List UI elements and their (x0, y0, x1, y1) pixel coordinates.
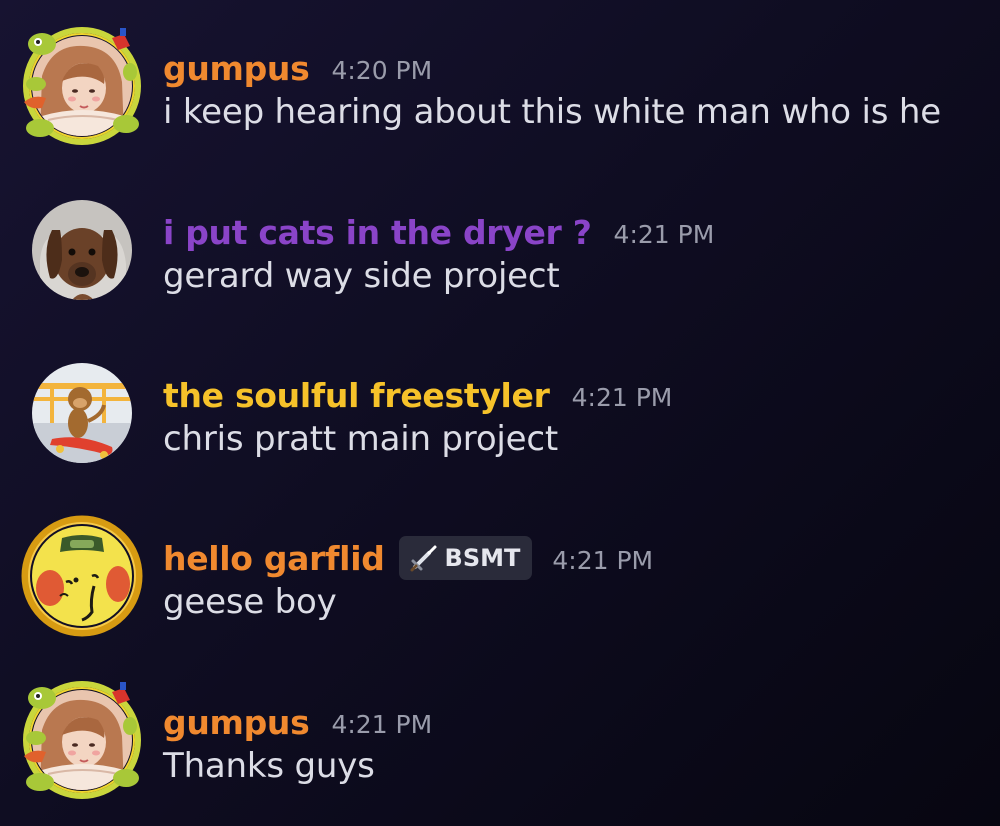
message-item[interactable]: gumpus 4:20 PM i keep hearing about this… (0, 27, 1000, 168)
message-text: geese boy (163, 582, 337, 622)
avatar[interactable] (32, 690, 132, 790)
message-text: gerard way side project (163, 256, 560, 296)
timestamp[interactable]: 4:21 PM (614, 216, 715, 249)
yellow-face-avatar-icon (32, 526, 132, 626)
chat-message-list: gumpus 4:20 PM i keep hearing about this… (0, 0, 1000, 826)
message-text: Thanks guys (163, 746, 375, 786)
skateboard-monkey-avatar-icon (32, 363, 132, 463)
username[interactable]: i put cats in the dryer ? (163, 213, 592, 252)
username[interactable]: the soulful freestyler (163, 376, 550, 415)
username[interactable]: hello garflid (163, 539, 385, 578)
dachshund-avatar-icon (32, 200, 132, 300)
message-item[interactable]: i put cats in the dryer ? 4:21 PM gerard… (0, 192, 1000, 332)
avatar[interactable] (32, 200, 132, 300)
message-text: chris pratt main project (163, 419, 559, 459)
message-header: hello garflid BSMT 4:21 PM (163, 536, 653, 580)
message-item[interactable]: hello garflid BSMT 4:21 PM geese boy (0, 515, 1000, 658)
frog-decorated-avatar-icon (32, 36, 132, 136)
username[interactable]: gumpus (163, 703, 310, 742)
avatar[interactable] (32, 526, 132, 626)
timestamp[interactable]: 4:20 PM (331, 52, 432, 85)
message-header: i put cats in the dryer ? 4:21 PM (163, 210, 714, 254)
server-tag-badge[interactable]: BSMT (398, 536, 533, 580)
message-item[interactable]: gumpus 4:21 PM Thanks guys (0, 681, 1000, 822)
frog-decorated-avatar-icon (32, 690, 132, 790)
server-tag-label: BSMT (444, 544, 521, 572)
username[interactable]: gumpus (163, 49, 310, 88)
sword-icon (410, 545, 437, 572)
timestamp[interactable]: 4:21 PM (552, 542, 653, 575)
timestamp[interactable]: 4:21 PM (572, 379, 673, 412)
message-header: the soulful freestyler 4:21 PM (163, 373, 672, 417)
message-header: gumpus 4:20 PM (163, 46, 432, 90)
avatar[interactable] (32, 363, 132, 463)
message-item[interactable]: the soulful freestyler 4:21 PM chris pra… (0, 355, 1000, 495)
avatar[interactable] (32, 36, 132, 136)
timestamp[interactable]: 4:21 PM (331, 706, 432, 739)
message-header: gumpus 4:21 PM (163, 700, 432, 744)
message-text: i keep hearing about this white man who … (163, 92, 941, 132)
